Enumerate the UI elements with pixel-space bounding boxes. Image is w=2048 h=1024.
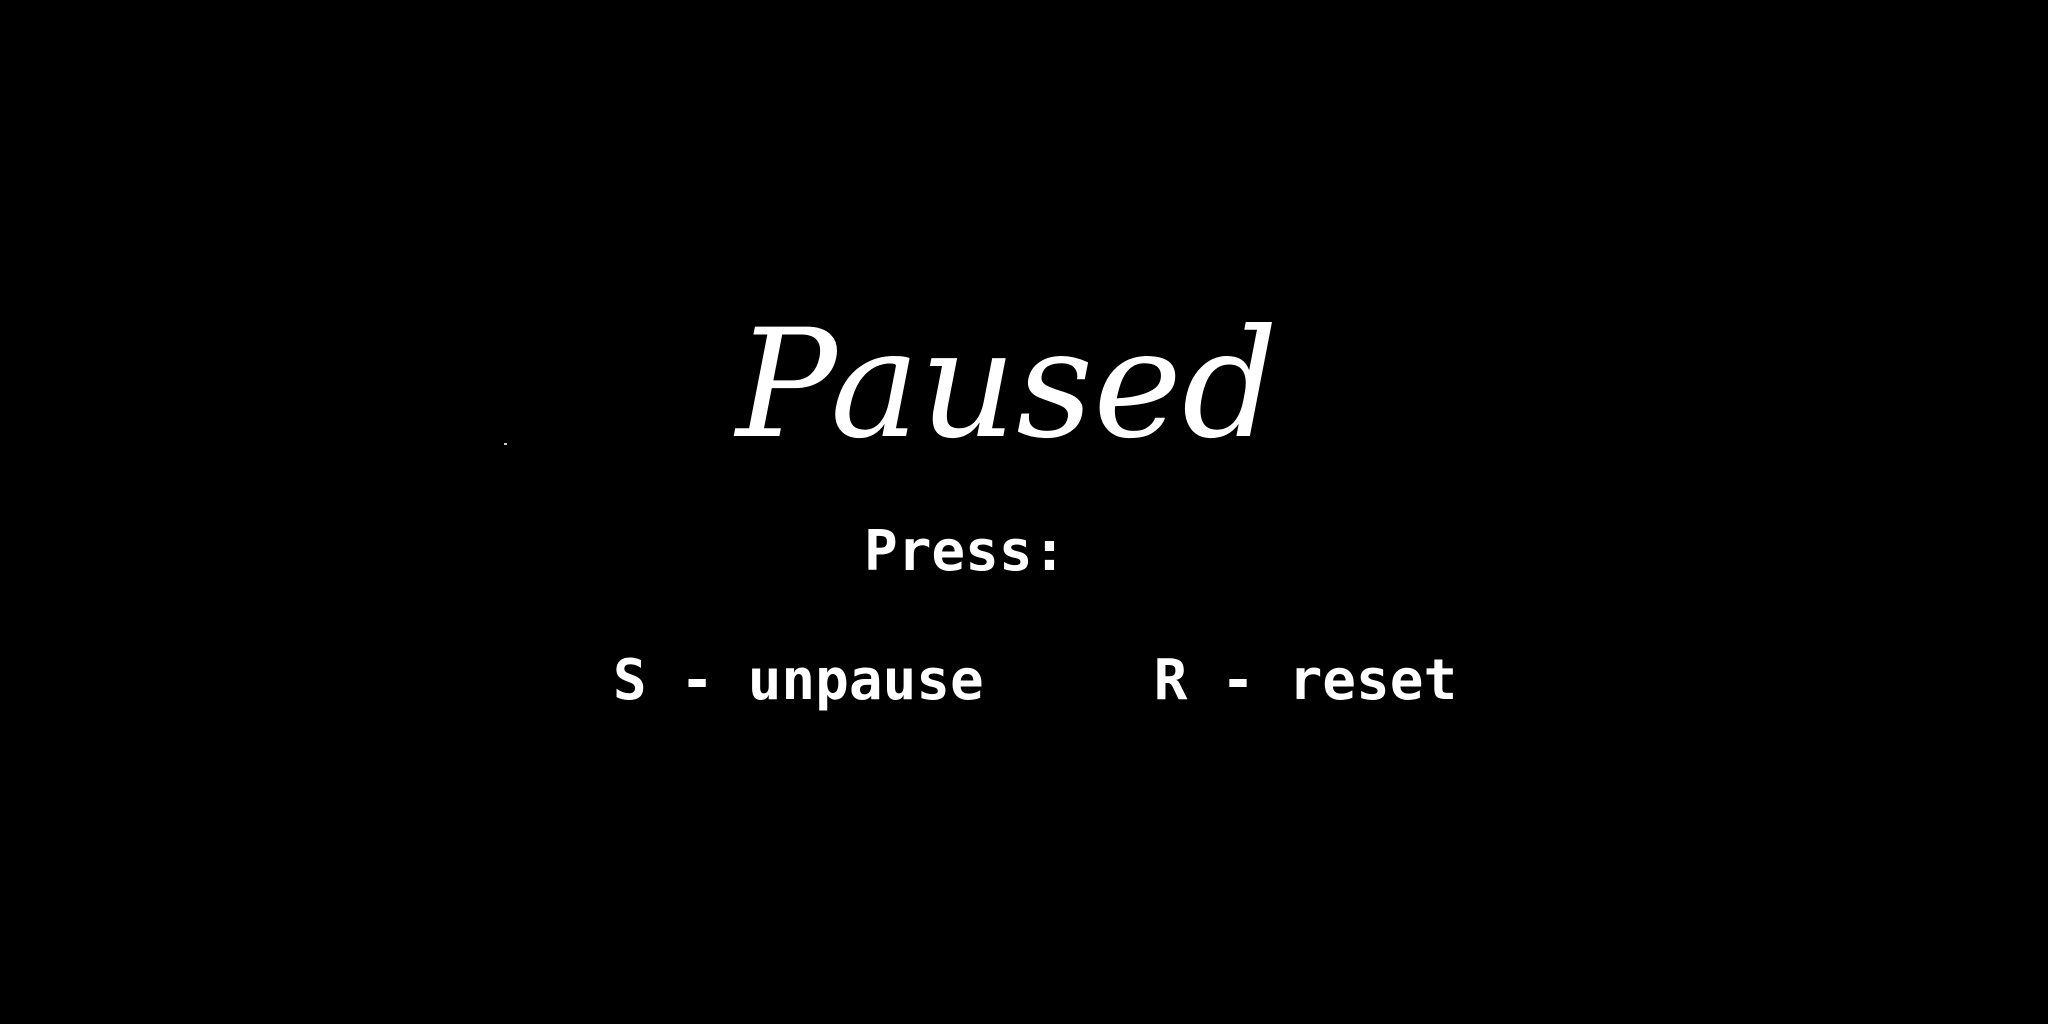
reset-control[interactable]: R - reset <box>1154 649 1457 713</box>
unpause-control[interactable]: S - unpause <box>613 649 984 713</box>
paused-title: Paused <box>736 298 1278 472</box>
pause-screen: Paused Press: S - unpause R - reset <box>0 0 2048 1024</box>
stray-pixel <box>504 443 507 445</box>
press-prompt: Press: <box>864 519 1067 584</box>
controls-row: S - unpause R - reset <box>478 585 1457 777</box>
